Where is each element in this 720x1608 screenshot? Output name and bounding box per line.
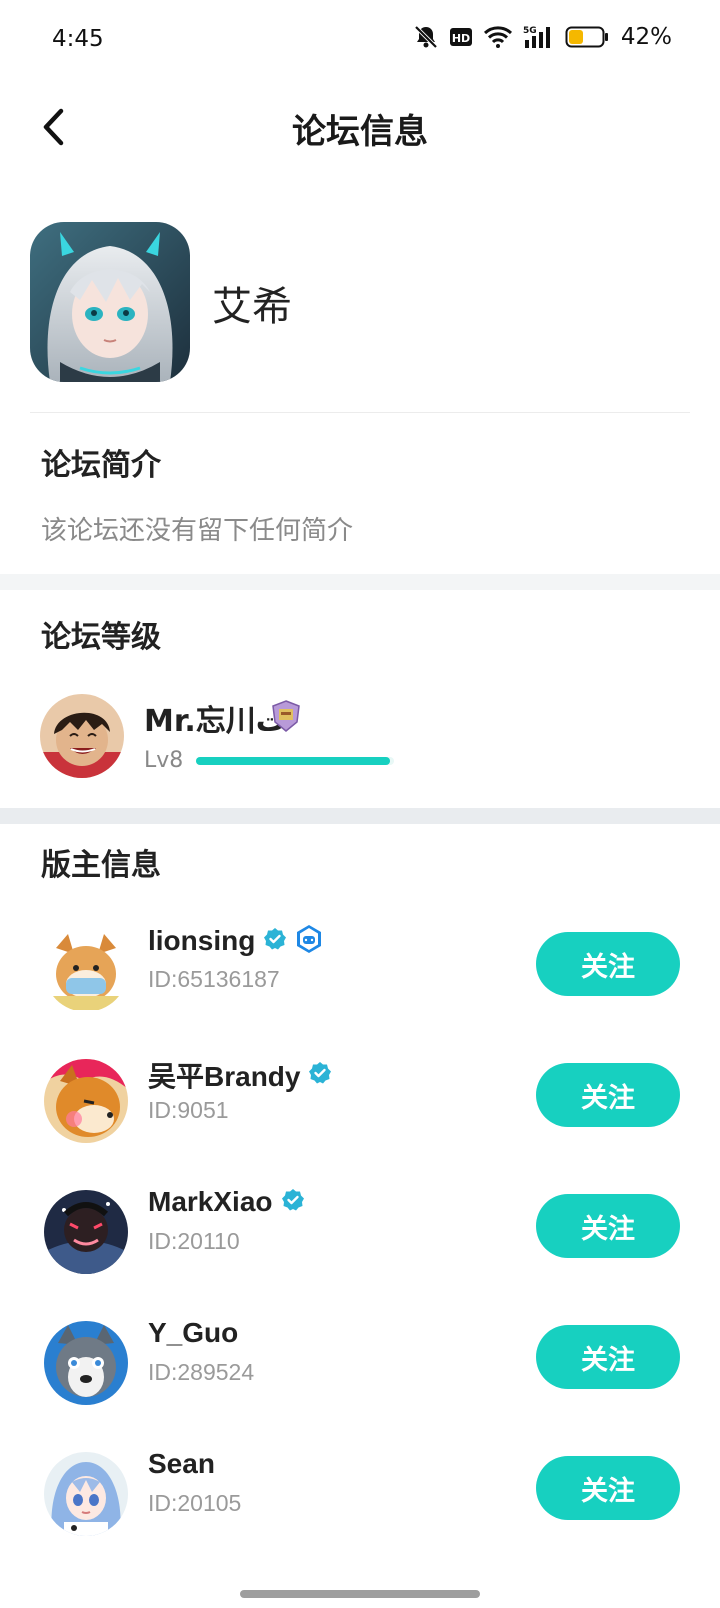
header: 论坛信息 bbox=[0, 82, 720, 174]
avatar[interactable] bbox=[44, 1321, 128, 1405]
battery-icon bbox=[565, 25, 609, 49]
moderator-name[interactable]: lionsing bbox=[148, 925, 255, 957]
moderator-name-line: 吴平Brandy bbox=[148, 1055, 332, 1095]
level-progress-bar bbox=[196, 757, 394, 765]
moderator-name[interactable]: Sean bbox=[148, 1448, 215, 1480]
wifi-icon bbox=[483, 25, 513, 49]
moderator-row[interactable]: lionsing ID:65136187 关注 bbox=[0, 918, 720, 1018]
moderator-id: ID:65136187 bbox=[148, 966, 280, 992]
hd-icon: HD bbox=[449, 26, 473, 48]
moderator-name-line: MarkXiao bbox=[148, 1186, 305, 1218]
avatar[interactable] bbox=[44, 1190, 128, 1274]
moderator-id: ID:20110 bbox=[148, 1228, 240, 1254]
avatar[interactable] bbox=[44, 1059, 128, 1143]
follow-button[interactable]: 关注 bbox=[536, 1456, 680, 1520]
moderator-row[interactable]: Y_Guo ID:289524 关注 bbox=[0, 1311, 720, 1411]
svg-text:5G: 5G bbox=[523, 26, 537, 36]
moderators-title: 版主信息 bbox=[41, 848, 161, 883]
forum-profile: 艾希 bbox=[0, 216, 720, 406]
status-icons: HD 5G 42% bbox=[413, 24, 672, 50]
verified-icon bbox=[263, 927, 287, 955]
shield-badge-icon bbox=[272, 700, 300, 732]
level-user-name[interactable]: Mr.忘川ت bbox=[144, 696, 286, 740]
verified-icon bbox=[308, 1061, 332, 1089]
svg-text:HD: HD bbox=[452, 32, 470, 45]
avatar[interactable] bbox=[44, 1452, 128, 1536]
forum-name: 艾希 bbox=[212, 284, 292, 330]
intro-title: 论坛简介 bbox=[41, 448, 161, 483]
follow-button[interactable]: 关注 bbox=[536, 932, 680, 996]
moderator-name-line: Y_Guo bbox=[148, 1317, 238, 1349]
avatar[interactable] bbox=[40, 694, 124, 778]
level-progress-fill bbox=[196, 757, 391, 765]
status-bar: 4:45 HD 5G 42% bbox=[0, 0, 720, 82]
forum-avatar[interactable] bbox=[30, 222, 190, 382]
moderator-name[interactable]: 吴平Brandy bbox=[148, 1055, 300, 1095]
avatar[interactable] bbox=[44, 928, 128, 1012]
follow-button[interactable]: 关注 bbox=[536, 1063, 680, 1127]
follow-button[interactable]: 关注 bbox=[536, 1194, 680, 1258]
section-divider bbox=[0, 574, 720, 590]
section-divider bbox=[0, 808, 720, 824]
battery-percent: 42% bbox=[620, 24, 672, 50]
verified-icon bbox=[281, 1188, 305, 1216]
moderator-name-line: lionsing bbox=[148, 924, 323, 958]
page-title: 论坛信息 bbox=[292, 112, 428, 152]
moderator-name[interactable]: MarkXiao bbox=[148, 1186, 273, 1218]
signal-icon: 5G bbox=[523, 24, 555, 50]
level-label: Lv8 bbox=[144, 748, 184, 773]
mute-bell-icon bbox=[413, 24, 439, 50]
moderator-row[interactable]: MarkXiao ID:20110 关注 bbox=[0, 1180, 720, 1280]
moderator-name[interactable]: Y_Guo bbox=[148, 1317, 238, 1349]
moderator-name-line: Sean bbox=[148, 1448, 215, 1480]
moderator-id: ID:20105 bbox=[148, 1490, 242, 1516]
level-title: 论坛等级 bbox=[41, 620, 161, 655]
moderator-row[interactable]: Sean ID:20105 关注 bbox=[0, 1442, 720, 1542]
moderator-id: ID:289524 bbox=[148, 1359, 255, 1385]
follow-button[interactable]: 关注 bbox=[536, 1325, 680, 1389]
gamepad-badge-icon bbox=[295, 924, 323, 958]
divider bbox=[30, 412, 690, 413]
intro-text: 该论坛还没有留下任何简介 bbox=[41, 516, 354, 546]
home-indicator[interactable] bbox=[240, 1590, 480, 1598]
status-time: 4:45 bbox=[52, 26, 104, 52]
moderator-id: ID:9051 bbox=[148, 1097, 229, 1123]
moderator-row[interactable]: 吴平Brandy ID:9051 关注 bbox=[0, 1049, 720, 1149]
